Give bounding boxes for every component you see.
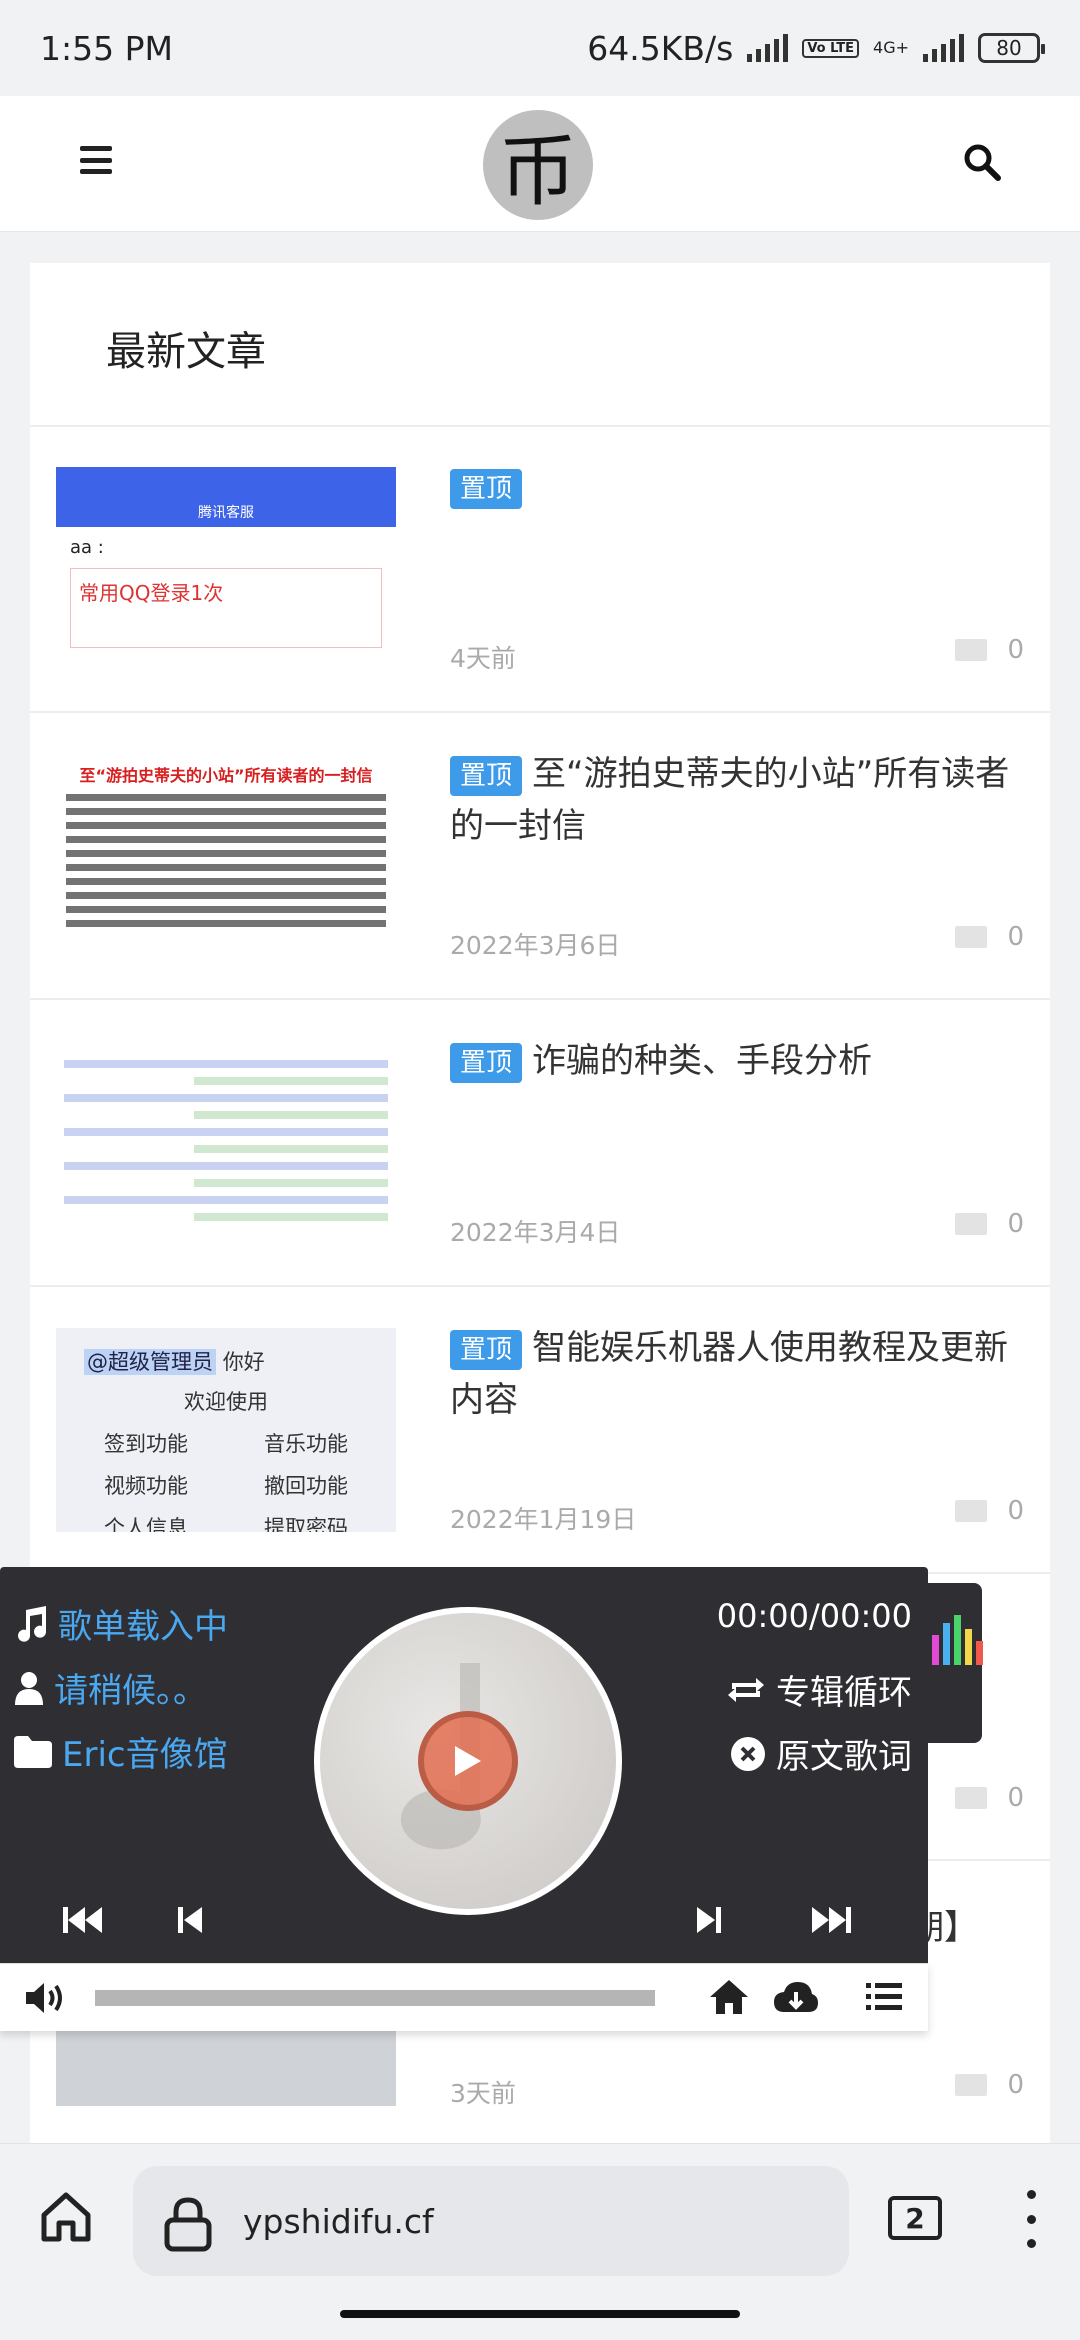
battery-icon: 80 — [978, 33, 1045, 63]
playlist-row[interactable]: 歌单载入中 — [14, 1599, 228, 1648]
music-player: 歌单载入中 请稍候。。 Eric音像馆 00:00/00:00 专辑循环 原文歌… — [0, 1567, 928, 1963]
progress-bar[interactable] — [95, 1990, 655, 2006]
sticky-badge: 置顶 — [450, 1329, 523, 1370]
thumb-warning: 常用QQ登录1次 — [70, 568, 382, 648]
post-date: 2022年3月4日 — [450, 1218, 621, 1247]
post-item[interactable]: 腾讯客服 aa : 常用QQ登录1次 置顶 4天前 0 — [30, 427, 1050, 713]
playlist-icon[interactable] — [866, 1982, 902, 2012]
skip-forward-button[interactable] — [806, 1899, 856, 1941]
network-type: 4G+ — [873, 38, 909, 57]
comment-count[interactable]: 0 — [955, 1783, 1024, 1813]
comment-icon — [955, 926, 988, 948]
post-title[interactable]: 置顶 — [450, 461, 1030, 513]
search-icon[interactable] — [962, 142, 1002, 182]
comment-icon — [955, 639, 988, 661]
play-button[interactable] — [418, 1711, 518, 1811]
post-date: 3天前 — [450, 2079, 516, 2108]
sticky-badge: 置顶 — [450, 1042, 523, 1083]
status-icons: 64.5KB/s Vo LTE 4G+ 80 — [587, 28, 1045, 68]
post-date: 2022年1月19日 — [450, 1505, 637, 1534]
url-text[interactable]: ypshidifu.cf — [243, 2202, 434, 2241]
status-row[interactable]: 请稍候。。 — [14, 1663, 207, 1712]
close-circle-icon — [731, 1736, 765, 1771]
music-note-icon — [18, 1605, 46, 1642]
signal-icon — [747, 34, 789, 62]
play-time: 00:00/00:00 — [716, 1597, 912, 1635]
comment-icon — [955, 1500, 988, 1522]
address-bar[interactable]: ypshidifu.cf — [133, 2166, 849, 2276]
previous-icon — [178, 1907, 202, 1933]
post-date: 2022年3月6日 — [450, 931, 621, 960]
lyrics-button[interactable]: 原文歌词 — [730, 1729, 912, 1778]
sticky-badge: 置顶 — [450, 755, 523, 796]
thumb-greet: 你好 — [222, 1350, 265, 1374]
folder-icon — [14, 1735, 52, 1768]
comment-count[interactable]: 0 — [955, 635, 1024, 665]
previous-button[interactable] — [165, 1899, 215, 1941]
browser-home-icon[interactable] — [38, 2189, 94, 2245]
comment-count[interactable]: 0 — [955, 2070, 1024, 2100]
section-title: 最新文章 — [106, 329, 266, 375]
repeat-icon — [728, 1677, 764, 1702]
skip-back-button[interactable] — [58, 1899, 108, 1941]
post-thumbnail[interactable] — [56, 1041, 396, 1245]
cloud-download-icon[interactable] — [772, 1978, 820, 2018]
comment-count[interactable]: 0 — [955, 922, 1024, 952]
album-disc[interactable] — [314, 1607, 622, 1915]
post-title[interactable]: 置顶 至“游拍史蒂夫的小站”所有读者的一封信 — [450, 748, 1030, 852]
status-bar: 1:55 PM 64.5KB/s Vo LTE 4G+ 80 — [0, 0, 1080, 96]
comment-icon — [955, 1213, 988, 1235]
thumb-line: aa : — [70, 537, 104, 558]
loop-mode-label: 专辑循环 — [776, 1673, 912, 1713]
post-thumbnail[interactable]: @超级管理员 你好 欢迎使用 签到功能 音乐功能 视频功能 撤回功能 个人信息 提取密… — [56, 1328, 396, 1532]
user-icon — [15, 1671, 43, 1705]
loop-mode-button[interactable]: 专辑循环 — [726, 1665, 912, 1714]
fast-backward-icon — [63, 1907, 102, 1933]
gesture-bar — [340, 2310, 740, 2318]
equalizer-icon[interactable] — [932, 1615, 983, 1665]
volume-icon[interactable] — [24, 1980, 72, 2016]
thumb-title: 腾讯客服 — [56, 499, 396, 527]
post-item[interactable]: @超级管理员 你好 欢迎使用 签到功能 音乐功能 视频功能 撤回功能 个人信息 提取密… — [30, 1288, 1050, 1574]
player-status: 请稍候。。 — [54, 1671, 207, 1711]
post-item[interactable]: 至“游拍史蒂夫的小站”所有读者的一封信 置顶 至“游拍史蒂夫的小站”所有读者的一封… — [30, 714, 1050, 1000]
status-time: 1:55 PM — [40, 28, 173, 68]
more-menu-icon[interactable] — [1026, 2190, 1036, 2248]
thumb-welcome: 欢迎使用 — [184, 1390, 268, 1414]
site-header: 币 — [0, 96, 1080, 232]
fast-forward-icon — [812, 1907, 851, 1933]
sticky-badge: 置顶 — [450, 468, 523, 509]
post-thumbnail[interactable]: 腾讯客服 aa : 常用QQ登录1次 — [56, 467, 396, 671]
tab-switcher-button[interactable]: 2 — [888, 2196, 942, 2240]
playlist-label: 歌单载入中 — [58, 1607, 228, 1647]
comment-icon — [955, 1787, 988, 1809]
post-thumbnail[interactable]: 至“游拍史蒂夫的小站”所有读者的一封信 — [56, 754, 396, 958]
post-title[interactable]: 置顶 诈骗的种类、手段分析 — [450, 1035, 1030, 1087]
comment-count[interactable]: 0 — [955, 1209, 1024, 1239]
thumb-heading: 至“游拍史蒂夫的小站”所有读者的一封信 — [79, 766, 373, 785]
library-row[interactable]: Eric音像馆 — [14, 1727, 228, 1776]
signal-2-icon — [923, 34, 964, 62]
player-toolbar — [0, 1963, 928, 2031]
play-icon — [455, 1746, 481, 1776]
lock-icon[interactable] — [163, 2196, 213, 2252]
home-icon[interactable] — [708, 1978, 750, 2016]
library-label: Eric音像馆 — [62, 1735, 228, 1775]
comment-count[interactable]: 0 — [955, 1496, 1024, 1526]
menu-icon[interactable] — [80, 146, 112, 174]
post-date: 4天前 — [450, 644, 516, 673]
volte-icon: Vo LTE — [802, 38, 860, 58]
thumb-mention: @超级管理员 — [84, 1349, 216, 1375]
next-button[interactable] — [684, 1899, 734, 1941]
post-item[interactable]: 置顶 诈骗的种类、手段分析 2022年3月4日 0 — [30, 1001, 1050, 1287]
comment-icon — [955, 2074, 988, 2096]
net-speed: 64.5KB/s — [587, 28, 734, 68]
next-icon — [697, 1907, 721, 1933]
site-logo[interactable]: 币 — [483, 110, 593, 220]
lyrics-label: 原文歌词 — [776, 1737, 912, 1777]
post-title[interactable]: 置顶 智能娱乐机器人使用教程及更新内容 — [450, 1322, 1030, 1426]
